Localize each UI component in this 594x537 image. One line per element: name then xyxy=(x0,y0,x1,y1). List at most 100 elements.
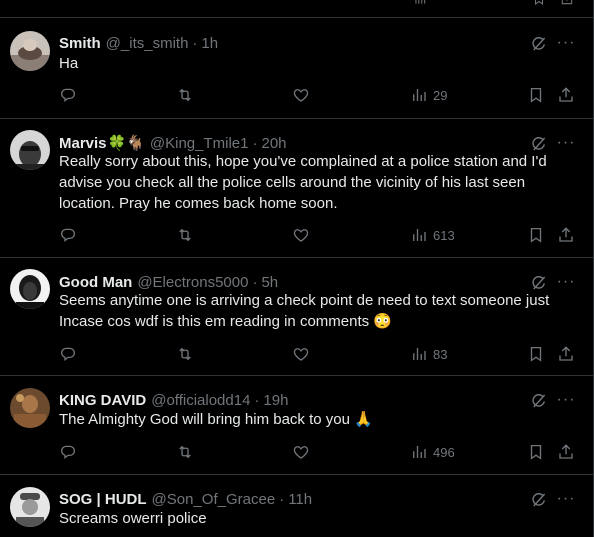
grok-icon[interactable] xyxy=(530,392,548,410)
avatar[interactable] xyxy=(10,269,50,309)
bookmark-button[interactable] xyxy=(527,85,545,105)
views-count: 496 xyxy=(433,444,455,460)
share-button[interactable] xyxy=(557,442,575,462)
separator: · xyxy=(192,34,198,52)
retweet-icon xyxy=(176,86,194,104)
timestamp[interactable]: 5h xyxy=(261,274,278,291)
tweet-header: KING DAVID @officialodd14 · 19h xyxy=(59,390,288,410)
tweet-text: Really sorry about this, hope you've com… xyxy=(59,153,547,212)
views-count: 613 xyxy=(433,227,455,243)
share-icon xyxy=(557,443,575,461)
reply-button[interactable] xyxy=(59,85,77,105)
tweet-header: Good Man @Electrons5000 · 5h xyxy=(59,272,278,292)
like-button[interactable] xyxy=(292,85,310,105)
timestamp[interactable]: 20h xyxy=(262,135,287,152)
tweet[interactable]: Marvis 🍀🐐 @King_Tmile1 · 20h ··· Really … xyxy=(0,119,593,258)
grok-icon[interactable] xyxy=(530,491,548,509)
reply-button[interactable] xyxy=(59,344,77,364)
more-icon[interactable]: ··· xyxy=(556,391,576,409)
retweet-button[interactable] xyxy=(176,344,194,364)
tweet-header: SOG | HUDL @Son_Of_Gracee · 11h xyxy=(59,489,312,509)
share-icon xyxy=(557,345,575,363)
bookmark-button[interactable] xyxy=(527,225,545,245)
more-icon[interactable]: ··· xyxy=(556,273,576,291)
reply-icon xyxy=(59,86,77,104)
retweet-button[interactable] xyxy=(176,225,194,245)
tweet-text: Screams owerri police xyxy=(59,510,207,527)
avatar[interactable] xyxy=(10,487,50,527)
username[interactable]: @officialodd14 xyxy=(151,392,250,409)
views-icon xyxy=(410,443,428,461)
bookmark-icon xyxy=(527,226,545,244)
username[interactable]: @King_Tmile1 xyxy=(150,135,249,152)
display-name[interactable]: KING DAVID xyxy=(59,392,146,409)
tweet[interactable]: Smith @_its_smith · 1h ··· Ha 29 xyxy=(0,19,593,119)
display-name[interactable]: Marvis xyxy=(59,135,107,152)
views-icon xyxy=(410,345,428,363)
like-button[interactable] xyxy=(292,225,310,245)
retweet-button[interactable] xyxy=(176,442,194,462)
share-icon xyxy=(557,86,575,104)
like-button[interactable] xyxy=(292,344,310,364)
bookmark-icon[interactable] xyxy=(530,0,548,6)
share-icon[interactable] xyxy=(558,0,576,6)
action-bar: 83 xyxy=(59,344,579,364)
username[interactable]: @Electrons5000 xyxy=(137,274,248,291)
previous-tweet-footer xyxy=(0,0,593,18)
action-bar: 496 xyxy=(59,442,579,462)
display-name[interactable]: Smith xyxy=(59,35,101,52)
views-button[interactable]: 613 xyxy=(410,225,455,245)
grok-icon[interactable] xyxy=(530,35,548,53)
timestamp[interactable]: 1h xyxy=(201,35,218,52)
username[interactable]: @Son_Of_Gracee xyxy=(152,491,276,508)
separator: · xyxy=(279,490,285,508)
reply-icon xyxy=(59,226,77,244)
views-count: 83 xyxy=(433,346,448,362)
timestamp[interactable]: 19h xyxy=(263,392,288,409)
like-icon xyxy=(292,443,310,461)
tweet[interactable]: SOG | HUDL @Son_Of_Gracee · 11h ··· Scre… xyxy=(0,475,593,537)
more-icon[interactable]: ··· xyxy=(556,134,576,152)
retweet-icon xyxy=(176,443,194,461)
share-button[interactable] xyxy=(557,85,575,105)
tweet[interactable]: Good Man @Electrons5000 · 5h ··· Seems a… xyxy=(0,258,593,376)
share-button[interactable] xyxy=(557,225,575,245)
views-count: 29 xyxy=(433,87,448,103)
tweet-text: Seems anytime one is arriving a check po… xyxy=(59,292,550,330)
views-button[interactable]: 83 xyxy=(410,344,447,364)
tweet-header: Marvis 🍀🐐 @King_Tmile1 · 20h xyxy=(59,133,287,153)
retweet-icon xyxy=(176,226,194,244)
reply-button[interactable] xyxy=(59,442,77,462)
tweet[interactable]: KING DAVID @officialodd14 · 19h ··· The … xyxy=(0,376,593,475)
like-button[interactable] xyxy=(292,442,310,462)
more-icon[interactable]: ··· xyxy=(556,34,576,52)
separator: · xyxy=(252,273,258,291)
avatar[interactable] xyxy=(10,388,50,428)
views-icon[interactable] xyxy=(411,0,429,6)
tweet-text: The Almighty God will bring him back to … xyxy=(59,411,373,428)
retweet-icon xyxy=(176,345,194,363)
like-icon xyxy=(292,226,310,244)
views-icon xyxy=(410,86,428,104)
reply-button[interactable] xyxy=(59,225,77,245)
action-bar: 613 xyxy=(59,225,579,245)
reply-icon xyxy=(59,345,77,363)
more-icon[interactable]: ··· xyxy=(556,490,576,508)
display-name[interactable]: Good Man xyxy=(59,274,132,291)
avatar[interactable] xyxy=(10,31,50,71)
avatar[interactable] xyxy=(10,130,50,170)
bookmark-button[interactable] xyxy=(527,344,545,364)
bookmark-button[interactable] xyxy=(527,442,545,462)
like-icon xyxy=(292,345,310,363)
retweet-button[interactable] xyxy=(176,85,194,105)
share-button[interactable] xyxy=(557,344,575,364)
reply-thread: Smith @_its_smith · 1h ··· Ha 29 Marvis … xyxy=(0,0,594,537)
action-bar: 29 xyxy=(59,85,579,105)
display-name[interactable]: SOG | HUDL xyxy=(59,491,147,508)
username[interactable]: @_its_smith xyxy=(106,35,189,52)
views-button[interactable]: 496 xyxy=(410,442,455,462)
tweet-header: Smith @_its_smith · 1h xyxy=(59,33,218,53)
timestamp[interactable]: 11h xyxy=(288,491,312,508)
views-button[interactable]: 29 xyxy=(410,85,447,105)
separator: · xyxy=(252,134,258,152)
